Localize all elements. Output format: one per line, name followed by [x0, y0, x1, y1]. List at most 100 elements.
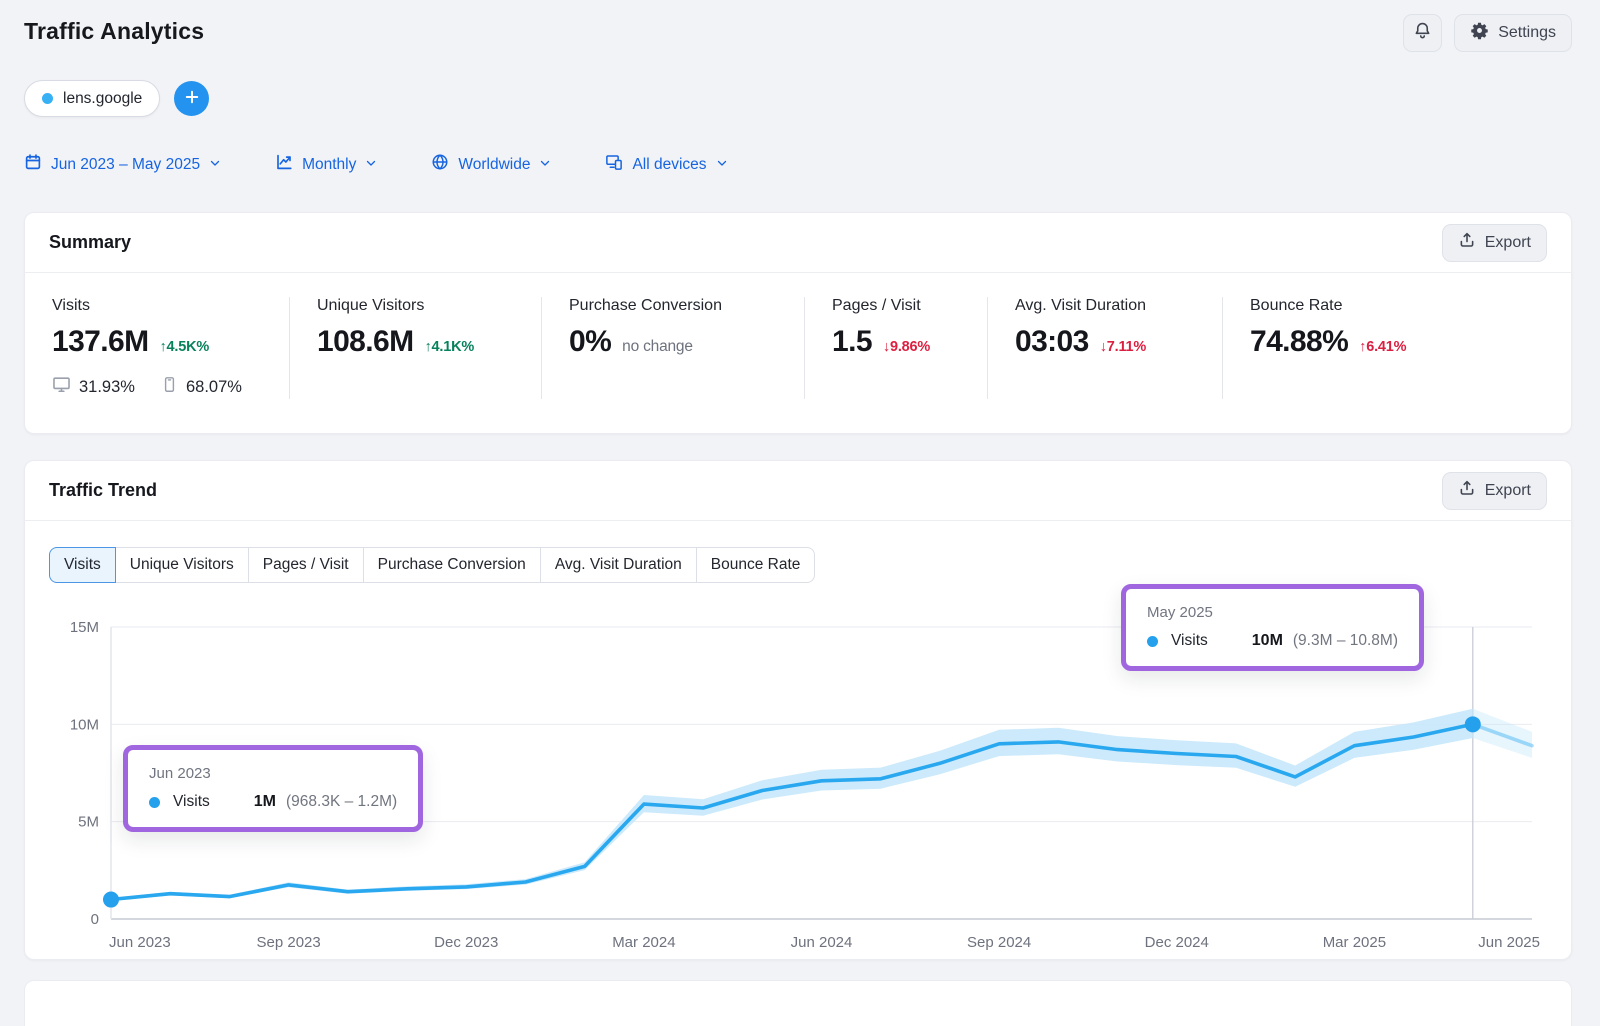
globe-icon	[431, 153, 449, 176]
tooltip-may-2025: May 2025 Visits 10M (9.3M – 10.8M)	[1121, 584, 1424, 671]
metric-bounce-rate: Bounce Rate 74.88% ↑6.41%	[1222, 297, 1571, 399]
filter-bar: Jun 2023 – May 2025 Monthly Worldwide Al…	[0, 117, 1600, 176]
top-actions: Settings	[1403, 14, 1572, 52]
metric-change: ↓7.11%	[1100, 339, 1146, 355]
chevron-down-icon	[716, 156, 728, 174]
metric-label: Bounce Rate	[1250, 297, 1559, 315]
trend-title: Traffic Trend	[49, 480, 157, 501]
metric-value: 137.6M	[52, 325, 148, 359]
metric-label: Avg. Visit Duration	[1015, 297, 1210, 315]
settings-button[interactable]: Settings	[1454, 14, 1572, 52]
svg-text:Sep 2023: Sep 2023	[257, 934, 321, 951]
metric-change: no change	[622, 338, 693, 356]
tooltip-value: 1M	[254, 793, 276, 811]
series-dot-icon	[149, 797, 160, 808]
filter-date-label: Jun 2023 – May 2025	[51, 156, 200, 174]
metric-change: ↑4.1K%	[424, 339, 474, 355]
export-icon	[1458, 479, 1476, 502]
tooltip-date: Jun 2023	[149, 765, 397, 782]
mobile-share: 68.07%	[186, 378, 242, 397]
svg-text:Mar 2025: Mar 2025	[1323, 934, 1386, 951]
add-domain-button[interactable]	[174, 81, 209, 116]
metric-purchase-conversion: Purchase Conversion 0% no change	[541, 297, 804, 399]
metric-unique-visitors: Unique Visitors 108.6M ↑4.1K%	[289, 297, 541, 399]
bell-icon	[1413, 21, 1432, 45]
desktop-icon	[52, 375, 71, 399]
domain-color-dot	[42, 93, 53, 104]
tooltip-range: (968.3K – 1.2M)	[286, 793, 397, 811]
filter-date-range[interactable]: Jun 2023 – May 2025	[24, 153, 221, 176]
svg-text:Dec 2023: Dec 2023	[434, 934, 498, 951]
target-row: lens.google	[0, 52, 1600, 117]
svg-text:Mar 2024: Mar 2024	[612, 934, 675, 951]
filter-region[interactable]: Worldwide	[431, 153, 551, 176]
tab-unique-visitors[interactable]: Unique Visitors	[115, 547, 249, 583]
gear-icon	[1470, 21, 1489, 45]
summary-title: Summary	[49, 232, 131, 253]
traffic-trend-card: Traffic Trend Export Visits Unique Visit…	[24, 460, 1572, 960]
svg-text:Jun 2023: Jun 2023	[109, 934, 171, 951]
metric-value: 108.6M	[317, 325, 413, 359]
chevron-down-icon	[539, 156, 551, 174]
metric-label: Visits	[52, 297, 277, 315]
line-chart-icon	[275, 153, 293, 176]
page-title: Traffic Analytics	[24, 18, 204, 45]
svg-text:Jun 2024: Jun 2024	[791, 934, 853, 951]
svg-text:Dec 2024: Dec 2024	[1145, 934, 1209, 951]
export-label: Export	[1485, 482, 1531, 500]
metric-tabs: Visits Unique Visitors Pages / Visit Pur…	[49, 547, 1547, 583]
metric-change: ↑4.5K%	[159, 339, 209, 355]
trend-card-header: Traffic Trend Export	[25, 461, 1571, 521]
filter-devices[interactable]: All devices	[605, 153, 727, 176]
device-split: 31.93% 68.07%	[52, 375, 277, 399]
summary-metrics: Visits 137.6M ↑4.5K% 31.93% 68.07%	[25, 273, 1571, 433]
metric-label: Unique Visitors	[317, 297, 529, 315]
domain-chip[interactable]: lens.google	[24, 80, 160, 117]
tooltip-date: May 2025	[1147, 604, 1398, 621]
svg-text:10M: 10M	[70, 716, 99, 733]
svg-text:0: 0	[91, 911, 99, 928]
chevron-down-icon	[365, 156, 377, 174]
tab-pages-per-visit[interactable]: Pages / Visit	[248, 547, 364, 583]
mobile-icon	[161, 376, 178, 398]
tab-avg-visit-duration[interactable]: Avg. Visit Duration	[540, 547, 697, 583]
filter-granularity[interactable]: Monthly	[275, 153, 377, 176]
notifications-button[interactable]	[1403, 14, 1442, 52]
series-label: Visits	[1171, 632, 1208, 650]
summary-card-header: Summary Export	[25, 213, 1571, 273]
trend-export-button[interactable]: Export	[1442, 472, 1547, 510]
metric-change: ↓9.86%	[883, 339, 930, 355]
metric-avg-visit-duration: Avg. Visit Duration 03:03 ↓7.11%	[987, 297, 1222, 399]
metric-label: Purchase Conversion	[569, 297, 792, 315]
calendar-icon	[24, 153, 42, 176]
summary-export-button[interactable]: Export	[1442, 224, 1547, 262]
svg-text:15M: 15M	[70, 619, 99, 636]
export-label: Export	[1485, 234, 1531, 252]
series-label: Visits	[173, 793, 210, 811]
filter-granularity-label: Monthly	[302, 156, 356, 174]
metric-value: 03:03	[1015, 325, 1089, 359]
svg-text:5M: 5M	[78, 814, 99, 831]
topbar: Traffic Analytics Settings	[0, 0, 1600, 52]
plus-icon	[183, 88, 201, 109]
tab-visits[interactable]: Visits	[49, 547, 116, 583]
svg-text:Jun 2025: Jun 2025	[1478, 934, 1540, 951]
desktop-share: 31.93%	[79, 378, 135, 397]
domain-label: lens.google	[63, 90, 142, 108]
metric-value: 1.5	[832, 325, 872, 359]
metric-value: 74.88%	[1250, 325, 1348, 359]
tab-bounce-rate[interactable]: Bounce Rate	[696, 547, 816, 583]
filter-devices-label: All devices	[632, 156, 706, 174]
export-icon	[1458, 231, 1476, 254]
summary-card: Summary Export Visits 137.6M ↑4.5K% 31.9…	[24, 212, 1572, 434]
settings-label: Settings	[1498, 24, 1556, 42]
filter-region-label: Worldwide	[458, 156, 530, 174]
next-card-partial	[24, 980, 1572, 1026]
tab-purchase-conversion[interactable]: Purchase Conversion	[363, 547, 541, 583]
chevron-down-icon	[209, 156, 221, 174]
tooltip-range: (9.3M – 10.8M)	[1293, 632, 1398, 650]
metric-pages-per-visit: Pages / Visit 1.5 ↓9.86%	[804, 297, 987, 399]
tooltip-jun-2023: Jun 2023 Visits 1M (968.3K – 1.2M)	[123, 745, 423, 832]
trend-card-body: Visits Unique Visitors Pages / Visit Pur…	[25, 521, 1571, 959]
metric-value: 0%	[569, 325, 611, 359]
